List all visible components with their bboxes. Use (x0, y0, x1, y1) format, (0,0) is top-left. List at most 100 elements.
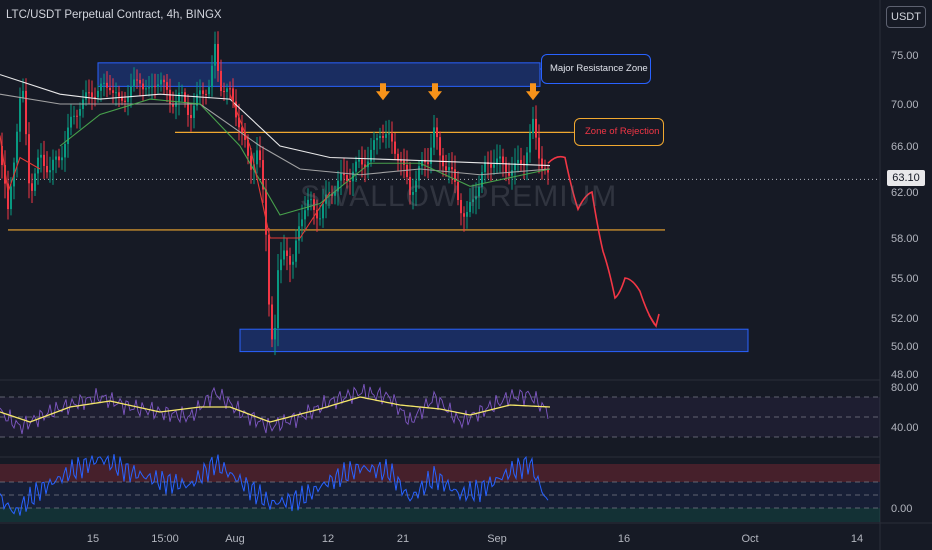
candle-body (508, 172, 510, 176)
candle-body (76, 115, 78, 117)
candle-body (205, 93, 207, 95)
time-tick-label: 15:00 (151, 533, 179, 545)
candle-body (31, 183, 33, 191)
candle-body (319, 218, 321, 220)
candle-body (532, 118, 534, 134)
candle-body (382, 136, 384, 138)
candle-body (139, 80, 141, 84)
candle-body (517, 159, 519, 164)
candle-body (511, 170, 513, 176)
candle-body (379, 136, 381, 139)
candle-body (172, 104, 174, 107)
time-tick-label: Aug (225, 533, 245, 545)
candle-body (538, 137, 540, 159)
candle-body (406, 164, 408, 177)
currency-button[interactable]: USDT (886, 6, 926, 28)
candle-body (277, 270, 279, 328)
candle-body (355, 161, 357, 172)
candle-body (388, 133, 390, 135)
candle-body (361, 159, 363, 165)
candle-body (136, 79, 138, 81)
candle-body (202, 90, 204, 94)
price-tick-label: 55.00 (891, 273, 919, 285)
candle-body (70, 116, 72, 128)
chart-title: LTC/USDT Perpetual Contract, 4h, BINGX (6, 9, 222, 21)
candle-body (154, 86, 156, 88)
candle-body (184, 92, 186, 103)
candle-body (448, 167, 450, 171)
candle-body (103, 82, 105, 84)
rsi-tick-label: 80.00 (891, 382, 919, 394)
candle-body (214, 43, 216, 66)
candle-body (46, 165, 48, 173)
candle-body (229, 88, 231, 90)
candle-body (286, 250, 288, 256)
candle-body (265, 189, 267, 235)
rsi-tick-label: 40.00 (891, 422, 919, 434)
candle-body (157, 84, 159, 87)
candle-body (52, 159, 54, 171)
candle-body (439, 137, 441, 156)
candle-body (40, 154, 42, 158)
candle-body (418, 166, 420, 181)
price-tick-label: 50.00 (891, 341, 919, 353)
candle-body (112, 90, 114, 93)
time-tick-label: 21 (397, 533, 409, 545)
candle-body (19, 98, 21, 132)
candle-body (295, 240, 297, 262)
candle-body (181, 92, 183, 94)
price-tick-label: 62.00 (891, 187, 919, 199)
candle-body (34, 173, 36, 191)
candle-body (484, 162, 486, 173)
candle-body (67, 127, 69, 145)
time-tick-label: 14 (851, 533, 863, 545)
candle-body (529, 133, 531, 153)
candle-body (400, 160, 402, 162)
candle-body (394, 141, 396, 154)
osc-band-bottom (0, 508, 880, 522)
candle-body (217, 43, 219, 71)
rejection-zone-label: Zone of Rejection (574, 118, 664, 146)
candle-body (226, 88, 228, 92)
target-zone (239, 328, 749, 353)
candle-body (220, 70, 222, 92)
time-tick-label: 16 (618, 533, 630, 545)
candle-body (292, 261, 294, 265)
price-tick-label: 75.00 (891, 50, 919, 62)
candle-body (433, 127, 435, 148)
candle-body (94, 96, 96, 98)
candle-body (427, 162, 429, 165)
candle-body (151, 86, 153, 88)
time-tick-label: Sep (487, 533, 507, 545)
candle-body (493, 164, 495, 168)
candle-body (85, 92, 87, 100)
candle-body (22, 90, 24, 99)
candle-body (166, 82, 168, 90)
moving-average-line (229, 94, 331, 239)
candle-body (370, 149, 372, 162)
candle-body (109, 87, 111, 91)
candle-body (25, 90, 27, 135)
chart-screen: { "header": { "title": "LTC/USDT Perpetu… (0, 0, 932, 550)
candle-body (502, 156, 504, 163)
candle-body (445, 166, 447, 171)
time-tick-label: 15 (87, 533, 99, 545)
time-tick-label: 12 (322, 533, 334, 545)
candle-body (526, 152, 528, 166)
chart-canvas: 48.00 50.00 52.00 55.00 58.00 62.00 66.00 70.00… (0, 0, 932, 550)
candle-body (148, 87, 150, 89)
candle-body (10, 186, 12, 210)
candle-body (64, 144, 66, 158)
candle-body (28, 134, 30, 184)
candle-body (118, 92, 120, 97)
time-tick-label: Oct (741, 533, 758, 545)
candle-body (178, 92, 180, 103)
resistance-zone-label: Major Resistance Zone (541, 54, 651, 84)
candle-body (451, 167, 453, 170)
candle-body (376, 138, 378, 141)
candle-body (49, 170, 51, 173)
candle-body (106, 82, 108, 88)
candle-body (163, 79, 165, 83)
candle-body (520, 159, 522, 164)
candle-body (160, 79, 162, 85)
